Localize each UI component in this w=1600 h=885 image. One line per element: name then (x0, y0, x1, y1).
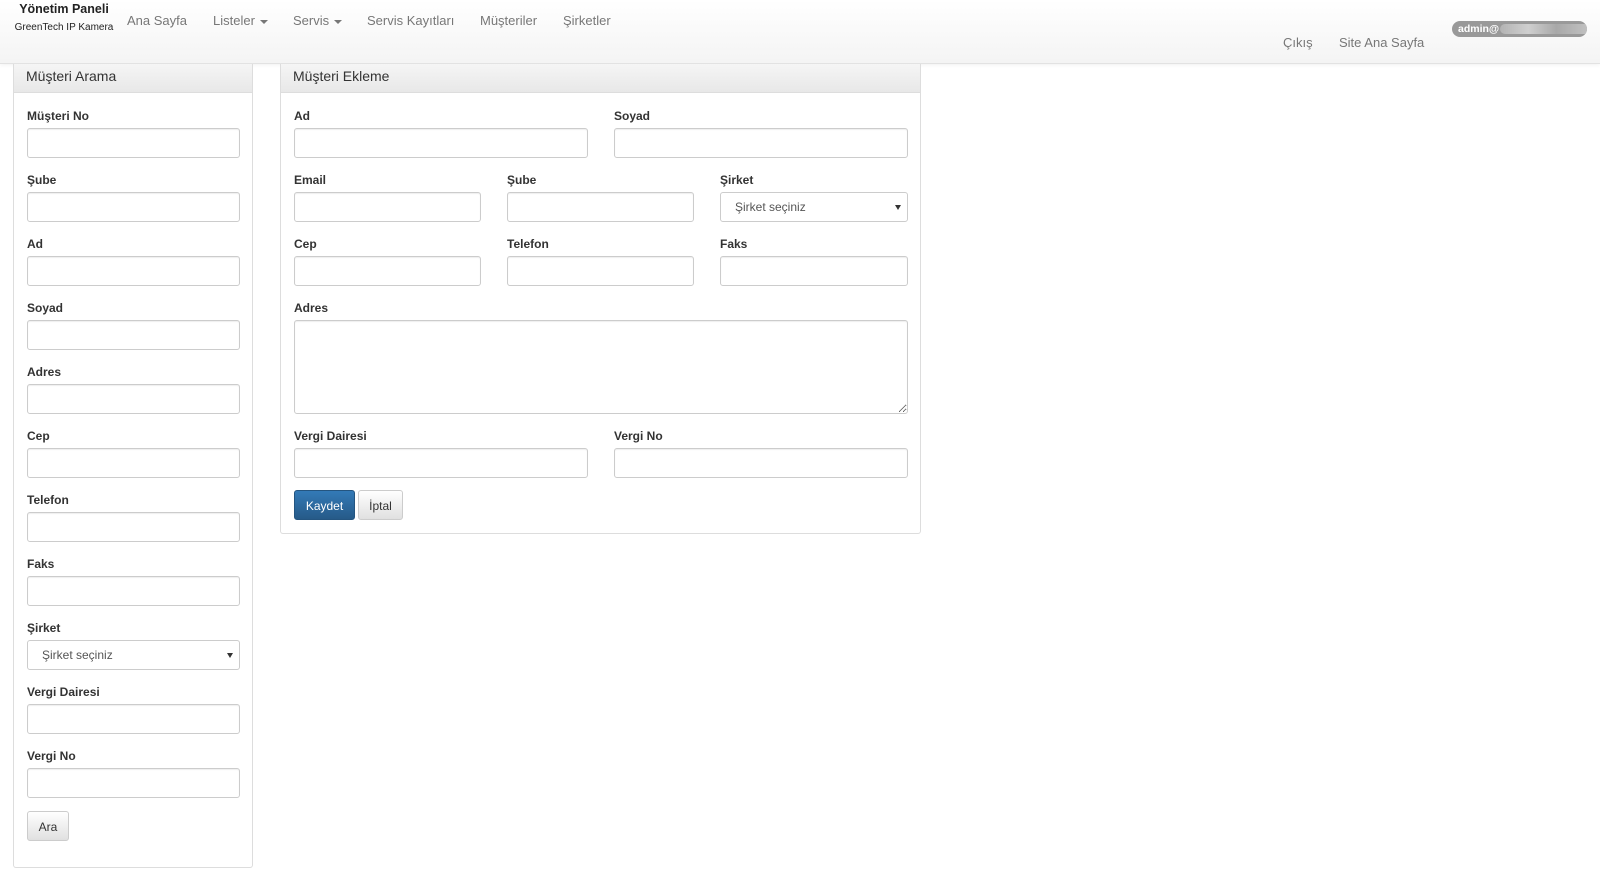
label-sube: Şube (27, 173, 57, 187)
brand[interactable]: Yönetim Paneli GreenTech IP Kamera (12, 2, 116, 34)
nav-item-label: Müşteriler (480, 13, 538, 28)
label-soyad: Soyad (27, 301, 64, 315)
caret-down-icon (334, 19, 343, 24)
add-vergi-no-input[interactable] (614, 448, 908, 478)
label-faks: Faks (27, 557, 55, 571)
user-email: admin@ (1458, 23, 1500, 35)
redacted-email (1500, 24, 1587, 35)
add-telefon-input[interactable] (507, 256, 694, 286)
nav-item-servis-kayitlari[interactable]: Servis Kayıtları (367, 13, 454, 29)
add-sube-input[interactable] (507, 192, 694, 222)
add-adres-textarea[interactable] (294, 320, 908, 414)
top-navbar: Yönetim Paneli GreenTech IP Kamera Ana S… (0, 0, 1600, 64)
label-telefon: Telefon (507, 237, 549, 251)
nav-item-label: Servis Kayıtları (367, 13, 455, 28)
label-soyad: Soyad (614, 109, 651, 123)
nav-item-sirketler[interactable]: Şirketler (563, 13, 611, 29)
search-vergi-no-input[interactable] (27, 768, 240, 798)
label-vergi-no: Vergi No (614, 429, 663, 443)
label-vergi-dairesi: Vergi Dairesi (27, 685, 100, 699)
label-adres: Adres (27, 365, 62, 379)
nav-item-ana-sayfa[interactable]: Ana Sayfa (127, 13, 187, 29)
site-home-link[interactable]: Site Ana Sayfa (1339, 35, 1424, 50)
label-sube: Şube (507, 173, 537, 187)
add-vergi-dairesi-input[interactable] (294, 448, 588, 478)
nav-item-musteriler[interactable]: Müşteriler (480, 13, 537, 29)
nav-item-label: Listeler (213, 13, 255, 28)
search-adres-input[interactable] (27, 384, 240, 414)
nav-item-servis[interactable]: Servis (293, 13, 343, 29)
add-faks-input[interactable] (720, 256, 908, 286)
label-vergi-no: Vergi No (27, 749, 76, 763)
search-telefon-input[interactable] (27, 512, 240, 542)
label-email: Email (294, 173, 327, 187)
nav-item-label: Servis (293, 13, 330, 28)
label-ad: Ad (294, 109, 310, 123)
nav-item-label: Ana Sayfa (127, 13, 187, 28)
search-button[interactable]: Ara (27, 811, 69, 841)
dropdown-arrow-icon (895, 205, 901, 210)
label-musteri-no: Müşteri No (27, 109, 90, 123)
brand-subtitle: GreenTech IP Kamera (14, 22, 114, 33)
customer-search-panel: Müşteri Arama Müşteri No Şube Ad Soyad A… (13, 64, 253, 868)
add-soyad-input[interactable] (614, 128, 908, 158)
label-sirket: Şirket (720, 173, 754, 187)
cancel-button[interactable]: İptal (358, 490, 403, 520)
label-telefon: Telefon (27, 493, 69, 507)
nav-item-label: Şirketler (563, 13, 611, 28)
user-badge[interactable]: admin@ (1452, 21, 1587, 37)
label-sirket: Şirket (27, 621, 61, 635)
panel-title: Müşteri Arama (14, 64, 252, 93)
label-adres: Adres (294, 301, 329, 315)
customer-add-panel: Müşteri Ekleme Ad Soyad Email Şube Şirke… (280, 64, 921, 534)
search-vergi-dairesi-input[interactable] (27, 704, 240, 734)
search-soyad-input[interactable] (27, 320, 240, 350)
add-sirket-select[interactable]: Şirket seçiniz (720, 192, 908, 222)
add-cep-input[interactable] (294, 256, 481, 286)
add-ad-input[interactable] (294, 128, 588, 158)
search-sube-input[interactable] (27, 192, 240, 222)
brand-title: Yönetim Paneli (19, 2, 109, 16)
select-value: Şirket seçiniz (735, 200, 806, 214)
label-faks: Faks (720, 237, 748, 251)
search-faks-input[interactable] (27, 576, 240, 606)
dropdown-arrow-icon (227, 653, 233, 658)
logout-link[interactable]: Çıkış (1283, 35, 1313, 50)
save-button[interactable]: Kaydet (294, 490, 355, 520)
select-value: Şirket seçiniz (42, 648, 113, 662)
search-sirket-select[interactable]: Şirket seçiniz (27, 640, 240, 670)
panel-title: Müşteri Ekleme (281, 64, 920, 93)
label-ad: Ad (27, 237, 43, 251)
label-vergi-dairesi: Vergi Dairesi (294, 429, 367, 443)
label-cep: Cep (27, 429, 50, 443)
add-email-input[interactable] (294, 192, 481, 222)
search-musteri-no-input[interactable] (27, 128, 240, 158)
caret-down-icon (259, 19, 268, 24)
nav-item-listeler[interactable]: Listeler (213, 13, 268, 29)
search-ad-input[interactable] (27, 256, 240, 286)
search-cep-input[interactable] (27, 448, 240, 478)
label-cep: Cep (294, 237, 317, 251)
